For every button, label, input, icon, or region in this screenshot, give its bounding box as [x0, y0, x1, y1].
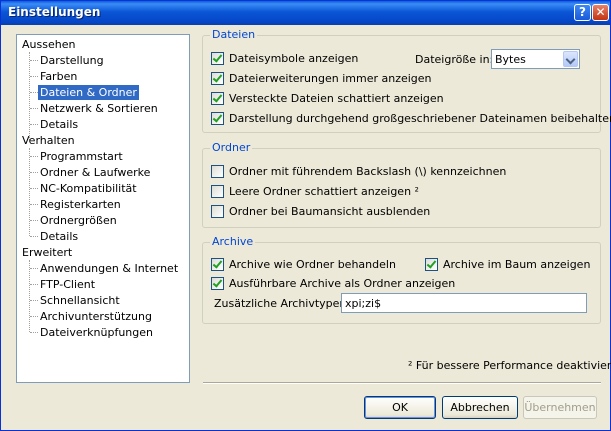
dateigroesse-value: Bytes [495, 53, 526, 66]
ok-button[interactable]: OK [364, 396, 436, 419]
tree-item-ftp-client[interactable]: FTP-Client [38, 277, 97, 292]
tree-item-ordnergroessen[interactable]: Ordnergrößen [38, 213, 119, 228]
tree-item-anwendungen-internet[interactable]: Anwendungen & Internet [38, 261, 180, 276]
checkbox-archive-im-baum[interactable]: Archive im Baum anzeigen [425, 257, 590, 272]
checkbox-checked-icon [211, 52, 224, 65]
dateigroesse-label: Dateigröße in: [415, 53, 494, 66]
tree-item-dateiverknuepfungen[interactable]: Dateiverknüpfungen [38, 325, 155, 340]
checkbox-versteckte-dateien[interactable]: Versteckte Dateien schattiert anzeigen [211, 91, 444, 106]
group-dateien-title: Dateien [210, 28, 258, 41]
tree-section-verhalten[interactable]: Verhalten [20, 133, 77, 148]
checkbox-baumansicht[interactable]: Ordner bei Baumansicht ausblenden [211, 204, 430, 219]
group-ordner-title: Ordner [210, 141, 253, 154]
divider [203, 382, 601, 384]
tree-item-nc-kompatibilitaet[interactable]: NC-Kompatibilität [38, 181, 139, 196]
tree-item-details[interactable]: Details [38, 117, 80, 132]
checkbox-checked-icon [211, 277, 224, 290]
checkbox-unchecked-icon [211, 185, 224, 198]
checkbox-grossschreibung[interactable]: Darstellung durchgehend großgeschriebene… [211, 111, 611, 126]
checkbox-dateierweiterungen[interactable]: Dateierweiterungen immer anzeigen [211, 71, 432, 86]
checkbox-checked-icon [211, 92, 224, 105]
checkbox-archive-wie-ordner[interactable]: Archive wie Ordner behandeln [211, 257, 396, 272]
tree-item-ordner-laufwerke[interactable]: Ordner & Laufwerke [38, 165, 152, 180]
settings-tree[interactable]: Aussehen Darstellung Farben Dateien & Or… [16, 34, 190, 383]
chevron-down-icon[interactable] [563, 51, 578, 67]
close-icon[interactable]: ✕ [592, 4, 609, 21]
tree-item-archivunterstuetzung[interactable]: Archivunterstützung [38, 309, 154, 324]
footnote: ² Für bessere Performance deaktivieren [408, 359, 611, 372]
checkbox-backslash[interactable]: Ordner mit führendem Backslash (\) kennz… [211, 164, 506, 179]
tree-section-erweitert[interactable]: Erweitert [20, 245, 74, 260]
help-icon[interactable]: ? [574, 4, 591, 21]
settings-dialog: Einstellungen ? ✕ Aussehen Darstellung F… [0, 0, 611, 431]
archivtypen-label: Zusätzliche Archivtypen: [214, 297, 351, 310]
tree-item-dateien-ordner[interactable]: Dateien & Ordner [38, 85, 139, 100]
checkbox-leere-ordner[interactable]: Leere Ordner schattiert anzeigen ² [211, 184, 419, 199]
tree-section-aussehen[interactable]: Aussehen [20, 37, 77, 52]
checkbox-checked-icon [211, 258, 224, 271]
tree-item-netzwerk-sortieren[interactable]: Netzwerk & Sortieren [38, 101, 160, 116]
apply-button[interactable]: Übernehmen [523, 396, 597, 419]
title-bar[interactable]: Einstellungen ? ✕ [1, 1, 610, 25]
tree-item-farben[interactable]: Farben [38, 69, 79, 84]
tree-item-schnellansicht[interactable]: Schnellansicht [38, 293, 122, 308]
checkbox-checked-icon [425, 258, 438, 271]
checkbox-checked-icon [211, 72, 224, 85]
checkbox-ausfuehrbare-archive[interactable]: Ausführbare Archive als Ordner anzeigen [211, 276, 455, 291]
checkbox-unchecked-icon [211, 165, 224, 178]
archivtypen-input[interactable]: xpi;zi$ [341, 293, 587, 313]
group-archive-title: Archive [210, 235, 256, 248]
checkbox-dateisymbole[interactable]: Dateisymbole anzeigen [211, 51, 358, 66]
cancel-button[interactable]: Abbrechen [442, 396, 518, 419]
tree-item-registerkarten[interactable]: Registerkarten [38, 197, 123, 212]
tree-item-darstellung[interactable]: Darstellung [38, 53, 106, 68]
tree-item-programmstart[interactable]: Programmstart [38, 149, 125, 164]
tree-item-details-verhalten[interactable]: Details [38, 229, 80, 244]
dateigroesse-select[interactable]: Bytes [491, 49, 580, 69]
window-title: Einstellungen [8, 5, 101, 19]
checkbox-unchecked-icon [211, 205, 224, 218]
checkbox-checked-icon [211, 112, 224, 125]
